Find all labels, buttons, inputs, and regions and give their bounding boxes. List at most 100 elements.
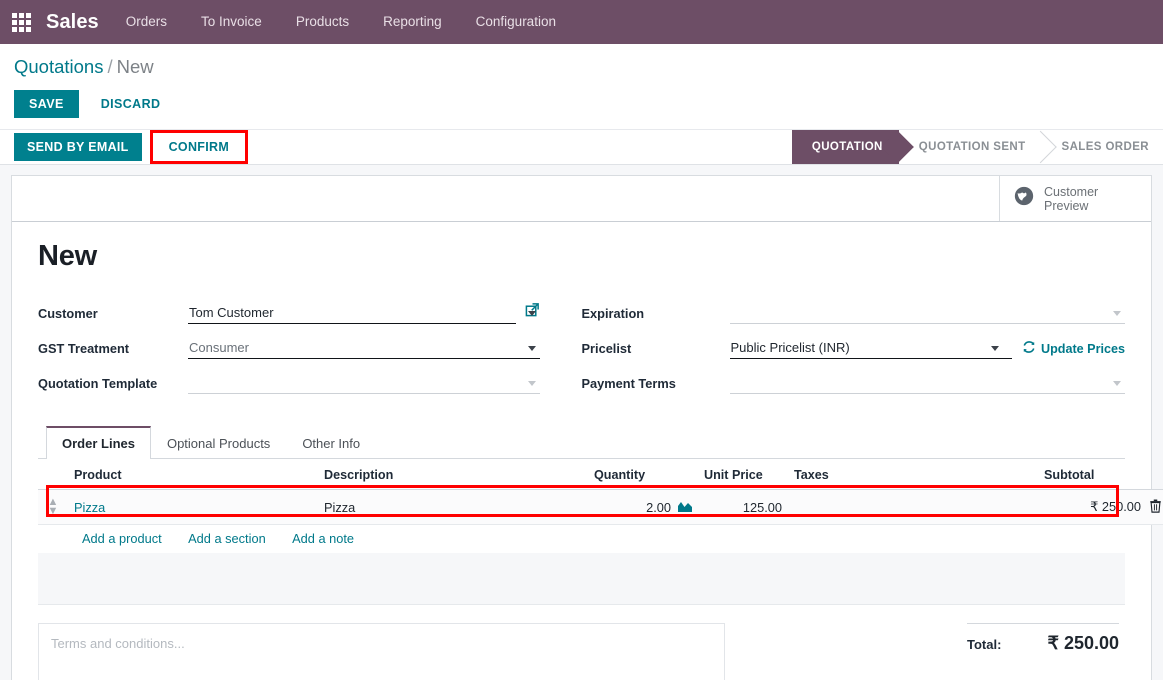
confirm-button-highlight: CONFIRM [149, 130, 249, 164]
form-column-right: Expiration Pricelist Public Pricelist (I… [581, 299, 1125, 404]
breadcrumb-current: New [116, 56, 154, 77]
sheet-footer: Total: ₹ 250.00 [12, 605, 1151, 680]
customer-preview-line1: Customer [1044, 184, 1099, 199]
col-taxes: Taxes [788, 459, 1038, 490]
refresh-icon [1022, 340, 1036, 357]
tab-optional-products[interactable]: Optional Products [151, 426, 286, 459]
order-lines-body: ▲ ▼ Pizza Pizza 2.00 125.00 ₹ 250.00 [38, 489, 1163, 525]
form-sheet: Customer Preview New Customer Tom Custom… [11, 175, 1163, 680]
apps-grid-icon[interactable] [8, 9, 34, 35]
table-row[interactable]: ▲ ▼ Pizza Pizza 2.00 125.00 ₹ 250.00 [38, 489, 1163, 525]
total-label: Total: [967, 637, 1002, 652]
gst-treatment-input[interactable] [188, 340, 540, 359]
save-button[interactable]: SAVE [14, 90, 79, 118]
confirm-button[interactable]: CONFIRM [159, 136, 239, 158]
terms-and-conditions-input[interactable] [38, 623, 725, 680]
status-pipeline: QUOTATION QUOTATION SENT SALES ORDER [791, 130, 1163, 164]
subtotal-value: ₹ 250.00 [1090, 499, 1141, 514]
field-label-expiration: Expiration [581, 306, 645, 321]
pricelist-input[interactable] [729, 340, 1012, 359]
field-pricelist: Pricelist Public Pricelist (INR) Update … [581, 334, 1125, 359]
subtotal-group: ₹ 250.00 [1090, 499, 1162, 516]
expiration-input[interactable] [729, 305, 1125, 324]
nav-item-to-invoice[interactable]: To Invoice [184, 0, 279, 44]
customer-preview-line2: Preview [1044, 198, 1089, 213]
customer-preview-button[interactable]: Customer Preview [999, 176, 1151, 221]
col-handle [38, 459, 68, 490]
notebook: Order Lines Optional Products Other Info… [38, 426, 1163, 605]
total-value: ₹ 250.00 [1047, 633, 1119, 653]
cell-product[interactable]: Pizza [68, 489, 318, 525]
breadcrumb-quotations[interactable]: Quotations [14, 56, 103, 77]
stat-button-box: Customer Preview [12, 176, 1151, 222]
forecast-chart-icon[interactable] [678, 500, 692, 515]
totals-container: Total: ₹ 250.00 [725, 623, 1125, 680]
terms-container [38, 623, 725, 680]
cell-subtotal: ₹ 250.00 [1038, 489, 1163, 525]
customer-preview-label: Customer Preview [1044, 185, 1098, 213]
field-label-payment-terms: Payment Terms [581, 376, 676, 391]
stage-quotation-sent[interactable]: QUOTATION SENT [898, 130, 1042, 164]
cell-quantity[interactable]: 2.00 [588, 489, 698, 525]
totals-inner: Total: ₹ 250.00 [967, 623, 1119, 680]
form-column-left: Customer Tom Customer GST Treatment Cons… [38, 299, 582, 404]
total-row: Total: ₹ 250.00 [967, 624, 1119, 654]
trash-icon[interactable] [1149, 499, 1162, 516]
cell-taxes[interactable] [788, 489, 1038, 525]
field-expiration: Expiration [581, 299, 1125, 324]
product-link[interactable]: Pizza [74, 500, 105, 515]
discard-button[interactable]: DISCARD [87, 90, 175, 118]
update-prices-button[interactable]: Update Prices [1022, 340, 1125, 359]
drag-handle-icon[interactable]: ▲ ▼ [44, 497, 62, 517]
order-lines-filler [38, 553, 1125, 605]
customer-input[interactable] [188, 305, 516, 324]
field-label-pricelist: Pricelist [581, 341, 632, 356]
page-title: New [38, 240, 98, 272]
control-panel: Quotations / New SAVE DISCARD [0, 44, 1163, 129]
payment-terms-input[interactable] [729, 375, 1125, 394]
add-a-note-link[interactable]: Add a note [292, 531, 354, 546]
cell-unit-price[interactable]: 125.00 [698, 489, 788, 525]
notebook-tabs: Order Lines Optional Products Other Info [38, 426, 1125, 459]
add-line-links: Add a product Add a section Add a note [38, 525, 1125, 553]
form-columns: Customer Tom Customer GST Treatment Cons… [38, 299, 1125, 404]
add-a-product-link[interactable]: Add a product [82, 531, 162, 546]
col-unit-price: Unit Price [698, 459, 788, 490]
field-control-quotation-template [188, 375, 540, 394]
nav-item-configuration[interactable]: Configuration [459, 0, 573, 44]
app-brand-sales[interactable]: Sales [40, 11, 109, 34]
row-drag-handle-cell: ▲ ▼ [38, 489, 68, 525]
order-lines-head: Product Description Quantity Unit Price … [38, 459, 1163, 490]
breadcrumb: Quotations / New [14, 56, 1149, 78]
add-a-section-link[interactable]: Add a section [188, 531, 266, 546]
quotation-template-input[interactable] [188, 375, 540, 394]
field-control-pricelist: Update Prices [729, 340, 1125, 359]
top-navbar: Sales Orders To Invoice Products Reporti… [0, 0, 1163, 44]
field-payment-terms: Payment Terms [581, 369, 1125, 394]
field-label-gst-treatment: GST Treatment [38, 341, 130, 356]
sheet-background: Customer Preview New Customer Tom Custom… [0, 165, 1163, 680]
col-product: Product [68, 459, 318, 490]
tab-other-info[interactable]: Other Info [286, 426, 376, 459]
globe-icon [1013, 185, 1035, 212]
quantity-value: 2.00 [646, 499, 671, 515]
order-lines-table: Product Description Quantity Unit Price … [38, 459, 1163, 525]
field-label-customer: Customer [38, 306, 98, 321]
field-gst-treatment: GST Treatment [38, 334, 540, 359]
nav-item-products[interactable]: Products [279, 0, 366, 44]
statusbar: SEND BY EMAIL CONFIRM QUOTATION QUOTATIO… [0, 129, 1163, 165]
nav-item-orders[interactable]: Orders [109, 0, 184, 44]
send-by-email-button[interactable]: SEND BY EMAIL [14, 133, 142, 161]
external-link-icon[interactable] [525, 302, 540, 324]
cell-description[interactable]: Pizza [318, 489, 588, 525]
statusbar-actions: SEND BY EMAIL CONFIRM [14, 130, 249, 164]
field-control-payment-terms [729, 375, 1125, 394]
col-subtotal: Subtotal [1038, 459, 1163, 490]
field-control-customer [188, 302, 540, 324]
breadcrumb-separator: / [107, 56, 113, 77]
nav-item-reporting[interactable]: Reporting [366, 0, 459, 44]
tab-order-lines[interactable]: Order Lines [46, 426, 151, 459]
stage-sales-order[interactable]: SALES ORDER [1041, 130, 1163, 164]
stage-quotation[interactable]: QUOTATION [791, 130, 899, 164]
control-panel-buttons: SAVE DISCARD [14, 90, 1149, 129]
